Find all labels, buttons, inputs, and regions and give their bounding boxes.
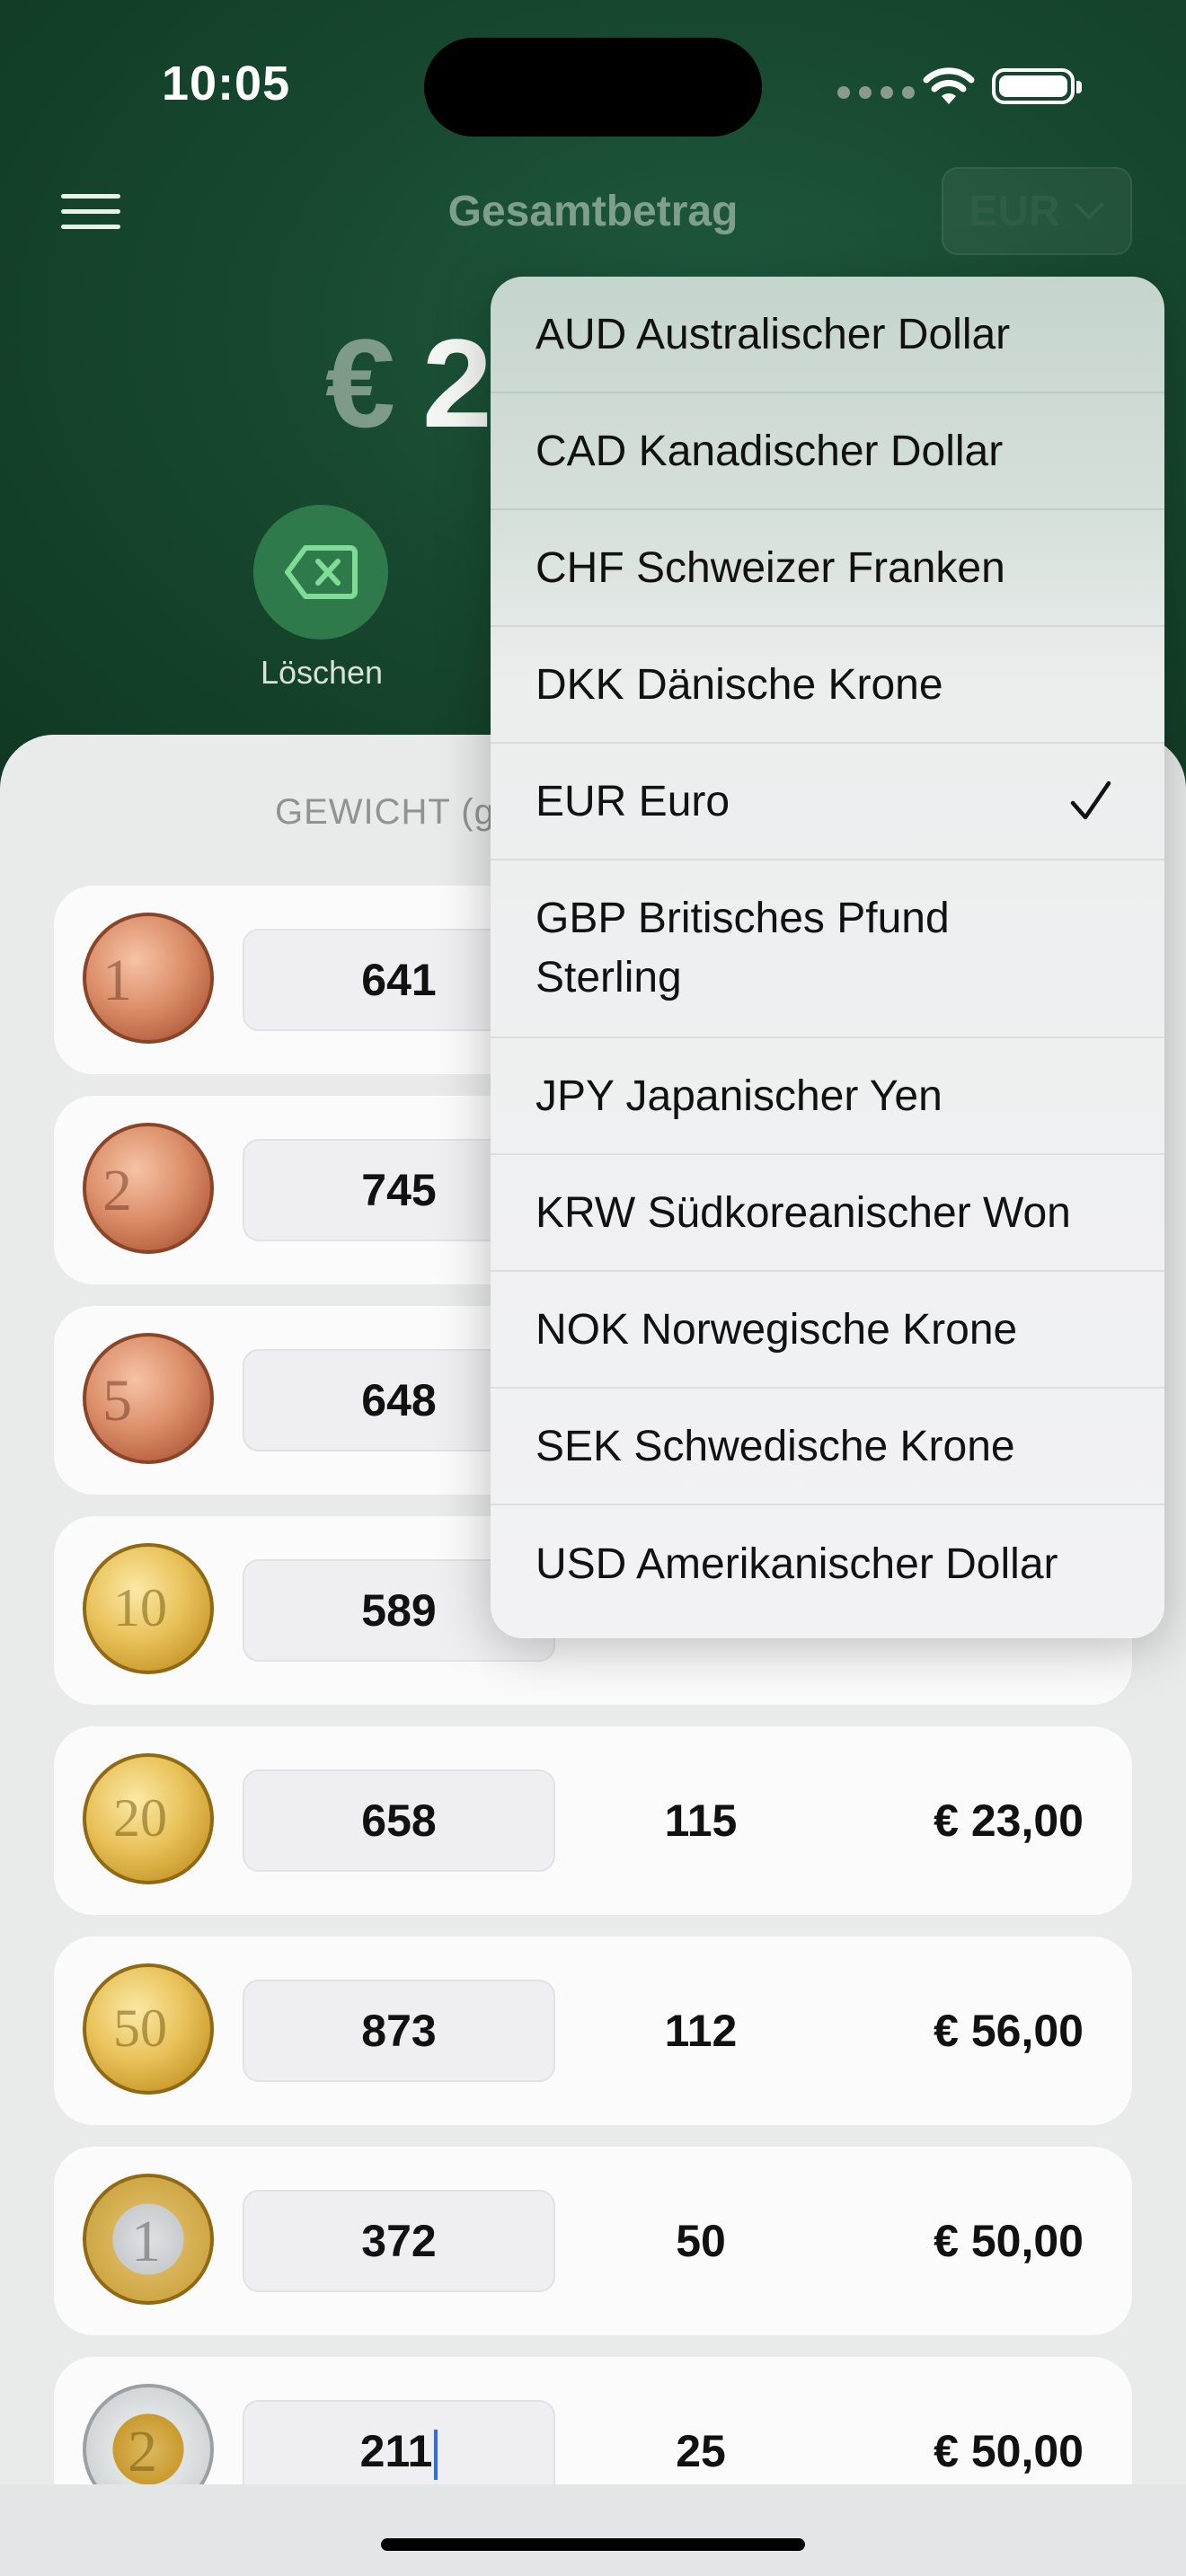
coin-20-cent-icon: 20 [83,1753,214,1884]
coin-count: 112 [664,2006,738,2056]
text-cursor [434,2429,438,2480]
bottom-area [0,2484,1186,2576]
coin-5-cent-icon: 5 [83,1333,214,1464]
currency-code: EUR [969,187,1060,235]
currency-selector-button[interactable]: EUR [942,167,1132,255]
menu-item-eur[interactable]: EUR Euro [491,744,1164,860]
delete-button[interactable] [253,505,388,640]
cellular-signal-icon [837,86,915,99]
chevron-down-icon [1074,203,1103,219]
weight-input[interactable]: 372 [243,2190,555,2292]
menu-item-nok[interactable]: NOK Norwegische Krone [491,1272,1164,1389]
menu-item-gbp[interactable]: GBP Britisches Pfund Sterling [491,860,1164,1038]
delete-backspace-icon [285,545,358,599]
currency-dropdown-menu: AUD Australischer Dollar CAD Kanadischer… [491,277,1164,1638]
weight-input[interactable]: 873 [243,1980,555,2082]
coin-count: 50 [676,2216,726,2266]
menu-item-usd[interactable]: USD Amerikanischer Dollar [491,1505,1164,1622]
total-amount: €2 [325,313,492,454]
table-row: 1 372 50 € 50,00 [54,2147,1132,2335]
menu-item-cad[interactable]: CAD Kanadischer Dollar [491,393,1164,510]
menu-item-sek[interactable]: SEK Schwedische Krone [491,1389,1164,1505]
column-header-weight: GEWICHT (g [275,792,495,832]
table-row: 50 873 112 € 56,00 [54,1936,1132,2125]
status-time: 10:05 [162,57,291,110]
coin-2-cent-icon: 2 [83,1123,214,1254]
coin-1-cent-icon: 1 [83,913,214,1044]
checkmark-icon [1070,781,1111,820]
coin-50-cent-icon: 50 [83,1963,214,2095]
battery-icon [992,68,1082,104]
menu-item-jpy[interactable]: JPY Japanischer Yen [491,1038,1164,1155]
weight-input[interactable]: 658 [243,1769,555,1872]
menu-item-aud[interactable]: AUD Australischer Dollar [491,277,1164,393]
coin-count: 115 [664,1795,738,1846]
delete-label: Löschen [260,654,384,691]
home-indicator [381,2538,805,2551]
dynamic-island [424,38,762,137]
row-amount: € 50,00 [934,2216,1084,2266]
menu-item-chf[interactable]: CHF Schweizer Franken [491,510,1164,627]
coin-1-euro-icon: 1 [83,2174,214,2305]
table-row: 20 658 115 € 23,00 [54,1726,1132,1915]
row-amount: € 23,00 [934,1795,1084,1846]
menu-item-dkk[interactable]: DKK Dänische Krone [491,627,1164,744]
coin-10-cent-icon: 10 [83,1543,214,1674]
row-amount: € 56,00 [934,2006,1084,2056]
menu-item-krw[interactable]: KRW Südkoreanischer Won [491,1155,1164,1272]
wifi-icon [923,67,975,104]
